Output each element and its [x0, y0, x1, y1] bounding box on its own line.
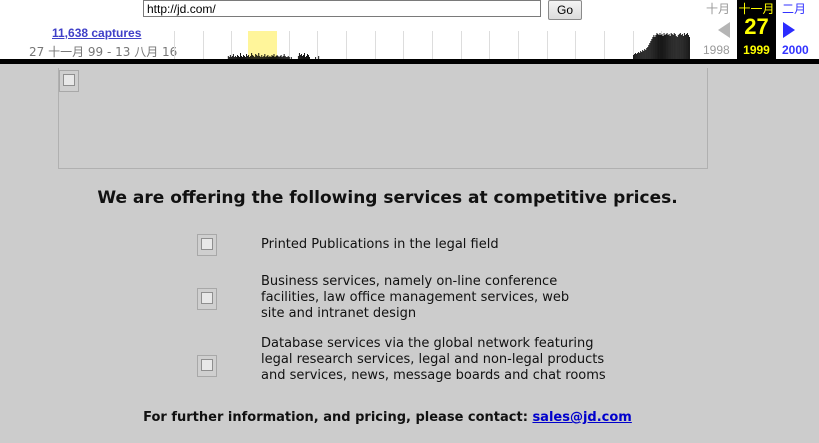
capture-bar — [660, 35, 662, 59]
banner-frame — [58, 68, 708, 169]
year-separator — [174, 31, 175, 59]
capture-bar — [663, 33, 665, 59]
year-separator — [289, 31, 290, 59]
capture-bar — [656, 33, 658, 59]
page-headline: We are offering the following services a… — [97, 188, 678, 208]
capture-bar — [654, 37, 656, 59]
capture-bar — [666, 33, 668, 59]
prev-year-label[interactable]: 1998 — [703, 43, 730, 57]
capture-sparkline[interactable] — [174, 31, 690, 59]
capture-bar — [650, 41, 652, 59]
year-separator — [203, 31, 204, 59]
year-separator — [461, 31, 462, 59]
capture-bar — [683, 33, 685, 59]
year-separator — [575, 31, 576, 59]
year-separator — [604, 31, 605, 59]
capture-bar — [679, 33, 681, 59]
capture-bar — [669, 36, 671, 59]
service-item: Business services, namely on-line confer… — [261, 274, 570, 321]
year-separator — [518, 31, 519, 59]
capture-bar — [652, 37, 654, 59]
capture-bar — [684, 35, 686, 59]
capture-bar — [645, 50, 647, 59]
capture-bar — [686, 33, 688, 59]
url-input[interactable] — [143, 0, 541, 17]
next-capture-arrow-icon[interactable] — [783, 22, 795, 38]
capture-bar — [647, 47, 649, 59]
capture-bar — [657, 34, 659, 59]
capture-bar — [661, 34, 663, 59]
capture-bar — [681, 34, 683, 59]
capture-bar — [671, 34, 673, 59]
capture-bar — [642, 50, 644, 59]
broken-image-icon — [197, 288, 217, 310]
current-year-label: 1999 — [743, 43, 770, 57]
capture-bar — [688, 37, 690, 59]
current-day: 27 — [744, 14, 769, 39]
year-separator — [432, 31, 433, 59]
capture-bar — [662, 36, 664, 59]
capture-bar — [665, 34, 667, 59]
capture-bar — [672, 35, 674, 59]
capture-date-range: 27 十一月 99 - 13 八月 16 — [29, 45, 178, 59]
contact-line: For further information, and pricing, pl… — [0, 410, 775, 425]
capture-bar — [667, 35, 669, 59]
capture-bar — [644, 49, 646, 59]
capture-bar — [643, 51, 645, 59]
capture-bar — [646, 48, 648, 59]
wayback-toolbar: Go 11,638 captures 27 十一月 99 - 13 八月 16 … — [0, 0, 819, 59]
capture-bar — [648, 45, 650, 59]
service-item: Printed Publications in the legal field — [261, 237, 499, 252]
capture-bar — [655, 35, 657, 59]
capture-bar — [680, 35, 682, 59]
capture-bar — [673, 33, 675, 59]
capture-bar — [641, 52, 643, 59]
current-year-highlight — [248, 31, 277, 59]
year-separator — [346, 31, 347, 59]
year-separator — [317, 31, 318, 59]
year-separator — [403, 31, 404, 59]
capture-bar — [664, 35, 666, 59]
capture-bar — [678, 34, 680, 59]
year-separator — [231, 31, 232, 59]
broken-image-icon — [59, 70, 79, 92]
capture-bar — [653, 35, 655, 59]
capture-bar — [682, 36, 684, 59]
contact-text: For further information, and pricing, pl… — [143, 410, 533, 425]
year-separator — [633, 31, 634, 59]
capture-bar — [651, 39, 653, 59]
service-item: Database services via the global network… — [261, 336, 606, 383]
capture-bar — [687, 35, 689, 59]
next-month-label[interactable]: 二月 — [782, 0, 806, 17]
contact-email-link[interactable]: sales@jd.com — [532, 410, 631, 425]
broken-image-icon — [197, 355, 217, 377]
prev-capture-arrow-icon[interactable] — [718, 22, 730, 38]
toolbar-divider — [0, 59, 819, 64]
capture-bar — [677, 35, 679, 59]
capture-bar — [685, 34, 687, 59]
capture-bar — [670, 33, 672, 59]
capture-bar — [638, 52, 640, 59]
go-button[interactable]: Go — [548, 0, 582, 20]
capture-bar — [658, 35, 660, 59]
capture-bar — [676, 37, 678, 59]
capture-bar — [649, 43, 651, 59]
prev-month-label[interactable]: 十月 — [706, 0, 730, 17]
capture-bar — [640, 51, 642, 59]
broken-image-icon — [197, 234, 217, 256]
capture-bar — [659, 33, 661, 59]
captures-link[interactable]: 11,638 captures — [52, 26, 141, 40]
capture-bar — [675, 36, 677, 59]
year-separator — [547, 31, 548, 59]
year-separator — [375, 31, 376, 59]
capture-bar — [668, 34, 670, 59]
next-year-label[interactable]: 2000 — [782, 43, 809, 57]
year-separator — [489, 31, 490, 59]
capture-bar — [674, 34, 676, 59]
